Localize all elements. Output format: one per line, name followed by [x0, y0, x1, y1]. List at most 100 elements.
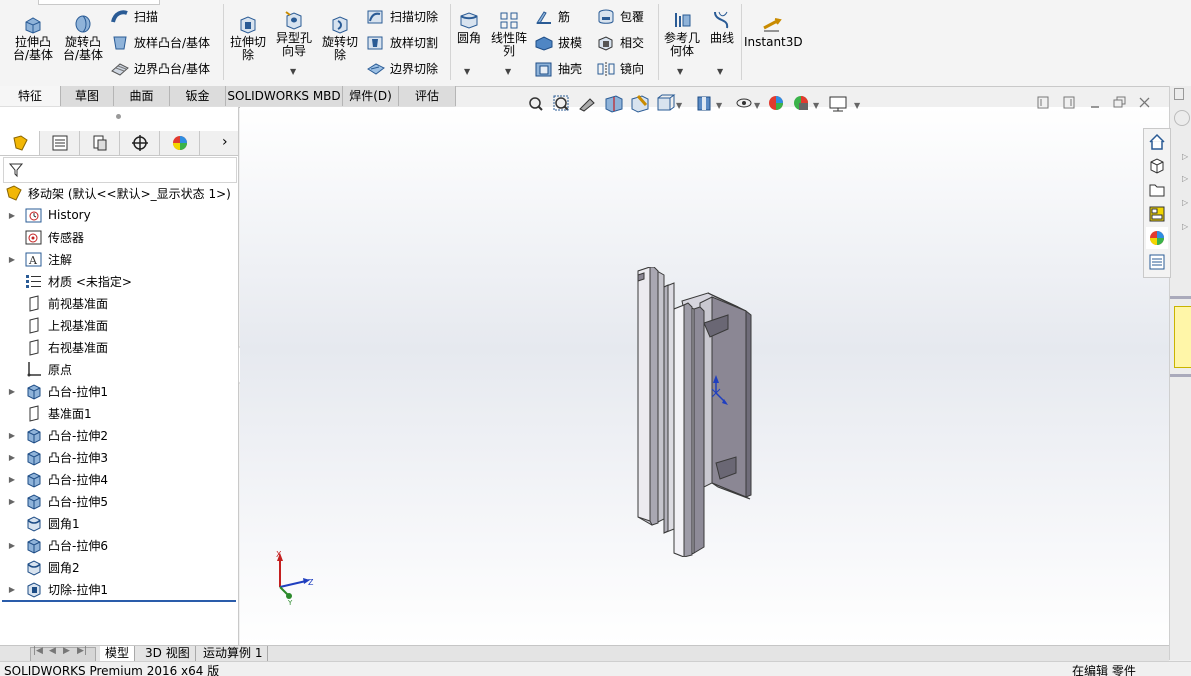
tree-item[interactable]: ▶ 凸台-拉伸6 — [0, 534, 236, 556]
draft-button[interactable]: 拔模 — [534, 35, 582, 51]
extrude-boss-button[interactable]: 拉伸凸 台/基体 — [8, 14, 58, 62]
tab-surfaces[interactable]: 曲面 — [114, 86, 170, 106]
display-manager-tab[interactable] — [160, 131, 200, 155]
tree-item[interactable]: ▶ 凸台-拉伸3 — [0, 446, 236, 468]
tab-features[interactable]: 特征 — [0, 86, 61, 106]
tree-item[interactable]: ▶ 凸台-拉伸1 — [0, 380, 236, 402]
filter-bar[interactable] — [3, 157, 237, 183]
expand-arrow-icon[interactable]: ▶ — [6, 475, 18, 484]
tree-item[interactable]: 基准面1 — [0, 402, 236, 424]
appearances-tab[interactable] — [1146, 227, 1168, 249]
tree-item[interactable]: 传感器 — [0, 226, 236, 248]
rollback-bar[interactable] — [2, 600, 236, 602]
strip-collapse-icon[interactable] — [1174, 88, 1184, 100]
back-icon[interactable] — [1174, 110, 1190, 126]
hole-wizard-button[interactable]: 异型孔 向导 — [272, 10, 316, 58]
graphics-area[interactable]: ▼ ▼ ▼ ▼ ▼ X Z Y — [240, 94, 1169, 645]
tab-weldments[interactable]: 焊件(D) — [343, 86, 399, 106]
section-view-icon[interactable] — [605, 95, 623, 113]
pane-grip-dot[interactable] — [116, 114, 121, 119]
tree-item[interactable]: ▶ History — [0, 204, 236, 226]
chevron-right-icon[interactable]: ▷ — [1182, 152, 1188, 161]
tree-item[interactable]: 材质 <未指定> — [0, 270, 236, 292]
swept-cut-button[interactable]: 扫描切除 — [366, 9, 438, 25]
tab-sheet-metal[interactable]: 钣金 — [170, 86, 226, 106]
tab-3d-view[interactable]: 3D 视图 — [140, 646, 196, 661]
linear-pattern-button[interactable]: 线性阵 列 — [488, 10, 530, 58]
expand-arrow-icon[interactable]: ▶ — [6, 585, 18, 594]
mirror-button[interactable]: 镜向 — [596, 61, 644, 77]
dynamic-annotation-icon[interactable] — [631, 95, 649, 113]
expand-arrow-icon[interactable]: ▶ — [6, 387, 18, 396]
boundary-boss-button[interactable]: 边界凸台/基体 — [110, 61, 210, 77]
configuration-manager-tab[interactable] — [80, 131, 120, 155]
property-manager-tab[interactable] — [40, 131, 80, 155]
shell-button[interactable]: 抽壳 — [534, 61, 582, 77]
tree-item[interactable]: 前视基准面 — [0, 292, 236, 314]
design-library-tab[interactable] — [1146, 155, 1168, 177]
next-tab-icon[interactable]: ▶ — [63, 646, 70, 656]
tree-item[interactable]: 圆角1 — [0, 512, 236, 534]
view-palette-tab[interactable] — [1146, 203, 1168, 225]
tree-root-part[interactable]: 移动架 (默认<<默认>_显示状态 1>) — [0, 182, 236, 204]
zoom-to-area-icon[interactable] — [553, 95, 569, 111]
rib-button[interactable]: 筋 — [534, 9, 570, 25]
zoom-to-fit-icon[interactable] — [529, 97, 543, 111]
tree-item[interactable]: 右视基准面 — [0, 336, 236, 358]
file-explorer-tab[interactable] — [1146, 179, 1168, 201]
intersect-button[interactable]: 相交 — [596, 35, 644, 51]
chevron-right-icon[interactable]: ▷ — [1182, 174, 1188, 183]
linear-pattern-dropdown-icon[interactable]: ▼ — [505, 67, 511, 76]
highlight-panel[interactable] — [1174, 306, 1191, 368]
prev-tab-icon[interactable]: ◀ — [49, 646, 56, 656]
display-style-icon[interactable] — [697, 96, 711, 111]
tab-evaluate[interactable]: 评估 — [399, 86, 456, 106]
tab-mbd[interactable]: SOLIDWORKS MBD — [226, 86, 343, 106]
reference-geometry-dropdown-icon[interactable]: ▼ — [677, 67, 683, 76]
tab-scroll-arrows[interactable]: |◀ ◀ ▶ ▶| — [30, 646, 96, 662]
extrude-cut-button[interactable]: 拉伸切 除 — [226, 14, 270, 62]
view-settings-icon[interactable] — [829, 96, 847, 112]
revolve-boss-button[interactable]: 旋转凸 台/基体 — [58, 14, 108, 62]
feature-manager-tab[interactable] — [0, 131, 40, 155]
loft-cut-button[interactable]: 放样切割 — [366, 35, 438, 51]
chevron-right-icon[interactable]: ▷ — [1182, 198, 1188, 207]
first-tab-icon[interactable]: |◀ — [33, 646, 43, 656]
edit-appearance-icon[interactable] — [769, 96, 783, 110]
apply-scene-icon[interactable] — [794, 96, 808, 110]
tab-model[interactable]: 模型 — [100, 646, 136, 661]
view-orientation-icon[interactable] — [657, 94, 676, 111]
reference-geometry-button[interactable]: 参考几 何体 — [661, 10, 703, 58]
tree-item[interactable]: ▶ 切除-拉伸1 — [0, 578, 236, 600]
tree-item[interactable]: ▶ 凸台-拉伸4 — [0, 468, 236, 490]
curves-dropdown-icon[interactable]: ▼ — [717, 67, 723, 76]
sweep-button[interactable]: 扫描 — [110, 9, 158, 25]
revolve-cut-button[interactable]: 旋转切 除 — [318, 14, 362, 62]
expand-arrow-icon[interactable]: ▶ — [6, 453, 18, 462]
curves-button[interactable]: 曲线 — [706, 10, 738, 45]
solidworks-resources-tab[interactable] — [1146, 131, 1168, 153]
tile-right-icon[interactable] — [1063, 96, 1075, 109]
tree-item[interactable]: ▶ A 注解 — [0, 248, 236, 270]
tree-item[interactable]: 圆角2 — [0, 556, 236, 578]
expand-arrow-icon[interactable]: ▶ — [6, 255, 18, 264]
expand-arrow-icon[interactable]: ▶ — [6, 541, 18, 550]
expand-arrow-icon[interactable]: ▶ — [6, 431, 18, 440]
loft-boss-button[interactable]: 放样凸台/基体 — [110, 35, 210, 51]
tile-left-icon[interactable] — [1037, 96, 1049, 109]
last-tab-icon[interactable]: ▶| — [77, 646, 87, 656]
tree-item[interactable]: 原点 — [0, 358, 236, 380]
hole-wizard-dropdown-icon[interactable]: ▼ — [290, 67, 296, 76]
tab-sketch[interactable]: 草图 — [61, 86, 114, 106]
chevron-right-icon[interactable]: ▷ — [1182, 222, 1188, 231]
tree-item[interactable]: 上视基准面 — [0, 314, 236, 336]
custom-properties-tab[interactable] — [1146, 251, 1168, 273]
dimxpert-tab[interactable] — [120, 131, 160, 155]
wrap-button[interactable]: 包覆 — [596, 9, 644, 25]
fillet-dropdown-icon[interactable]: ▼ — [464, 67, 470, 76]
close-icon[interactable] — [1139, 97, 1150, 108]
expand-arrow-icon[interactable]: ▶ — [6, 211, 18, 220]
tree-item[interactable]: ▶ 凸台-拉伸5 — [0, 490, 236, 512]
previous-view-icon[interactable] — [579, 98, 595, 112]
part-model-3d[interactable] — [620, 267, 770, 557]
